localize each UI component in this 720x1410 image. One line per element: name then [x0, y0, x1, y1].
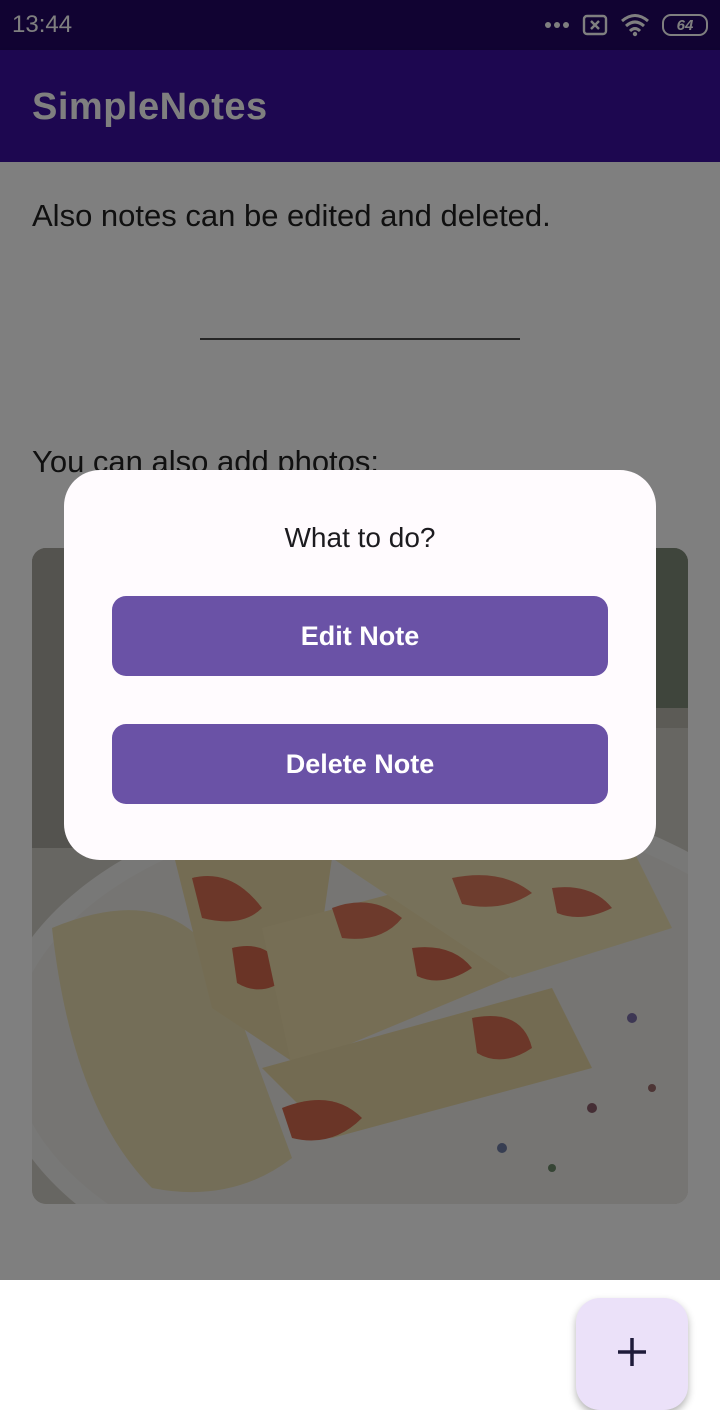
delete-note-button[interactable]: Delete Note: [112, 724, 608, 804]
plus-icon: [616, 1336, 648, 1373]
note-action-dialog: What to do? Edit Note Delete Note: [64, 470, 656, 860]
dialog-title: What to do?: [284, 522, 436, 553]
add-note-fab[interactable]: [576, 1298, 688, 1410]
edit-note-button[interactable]: Edit Note: [112, 596, 608, 676]
